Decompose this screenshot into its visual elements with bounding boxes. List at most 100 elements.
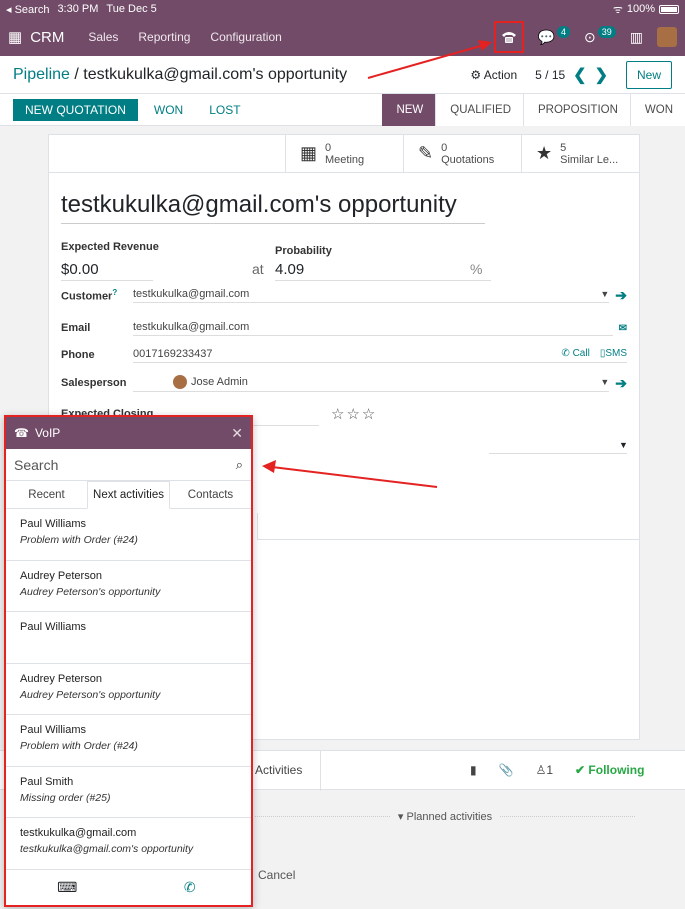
tab-next-activities[interactable]: Next activities <box>87 481 170 509</box>
meeting-label: Meeting <box>325 153 365 166</box>
paperclip-icon[interactable]: 📎 <box>499 763 514 777</box>
salesperson-field[interactable]: Jose Admin ▼ <box>133 374 610 392</box>
voip-header[interactable]: ☎ VoIP ✕ <box>6 417 251 449</box>
dropdown-caret-icon: ▼ <box>600 376 610 387</box>
item-name: Paul Williams <box>20 724 87 736</box>
item-name: testkukulka@gmail.com <box>20 827 137 839</box>
app-name[interactable]: CRM <box>30 29 64 46</box>
phone-field[interactable]: 0017169233437 ✆ Call ▯SMS <box>133 348 627 363</box>
mark-lost-button[interactable]: LOST <box>209 103 240 117</box>
meeting-smart-button[interactable]: ▦ 0 Meeting <box>285 135 403 172</box>
list-item[interactable]: Paul Smith Missing order (#25) <box>6 767 251 818</box>
activities-button[interactable]: Activities <box>255 763 302 777</box>
email-field[interactable]: testkukulka@gmail.com <box>133 321 613 336</box>
item-subtitle: Problem with Order (#24) <box>20 740 138 752</box>
list-item[interactable]: testkukulka@gmail.com testkukulka@gmail.c… <box>6 818 251 870</box>
control-panel: Pipeline / testkukulka@gmail.com's oppor… <box>0 56 685 94</box>
item-subtitle: Audrey Peterson's opportunity <box>20 688 161 701</box>
probability-label: Probability <box>275 245 332 257</box>
new-quotation-button[interactable]: NEW QUOTATION <box>13 98 138 121</box>
company-building-icon[interactable]: ▥ <box>630 29 643 46</box>
new-record-button[interactable]: New <box>625 60 672 89</box>
action-menu-button[interactable]: ⚙ Action <box>470 68 517 82</box>
followers-button[interactable]: ♙1 <box>536 763 553 777</box>
item-subtitle: testkukulka@gmail.com's opportunity <box>20 843 194 855</box>
quotations-count: 0 <box>441 141 448 154</box>
phone-icon <box>501 32 516 43</box>
probability-field[interactable]: 4.09 <box>275 261 304 278</box>
pencil-square-icon: ✎ <box>418 143 434 163</box>
stage-won[interactable]: WON <box>629 93 685 126</box>
battery-percent: 100% <box>626 3 655 15</box>
item-name: Paul Smith <box>20 775 74 788</box>
list-item[interactable]: Paul Williams <box>6 612 251 664</box>
voip-softphone-panel: ☎ VoIP ✕ Search ⌕ Recent Next activities… <box>4 415 253 907</box>
voip-footer: ⌨ ✆ <box>6 869 251 905</box>
pager-next-icon[interactable]: ❯ <box>595 65 608 85</box>
similar-leads-smart-button[interactable]: ★ 5 Similar Le... <box>521 135 639 172</box>
expected-revenue-label: Expected Revenue <box>61 241 159 253</box>
breadcrumb-current: testkukulka@gmail.com's opportunity <box>83 65 348 83</box>
call-icon[interactable]: ✆ <box>129 879 252 896</box>
back-to-search-link[interactable]: ◂ Search <box>6 3 49 16</box>
voip-search-bar[interactable]: Search ⌕ <box>6 449 251 481</box>
customer-internal-link-icon[interactable]: ➔ <box>615 287 627 304</box>
tab-contacts[interactable]: Contacts <box>170 481 251 508</box>
customer-field[interactable]: testkukulka@gmail.com ▼ <box>133 288 610 303</box>
smart-button-box: ▦ 0 Meeting ✎ 0 Quotations ★ 5 Similar Le..… <box>49 135 639 173</box>
list-item[interactable]: Audrey Peterson Audrey Peterson's opportu… <box>6 664 251 715</box>
at-label: at <box>252 261 264 277</box>
clock-icon: ⊙ <box>584 28 596 45</box>
call-phone-link[interactable]: ✆ Call <box>561 348 589 359</box>
percent-label: % <box>470 261 483 277</box>
book-icon[interactable]: ▮ <box>470 763 477 777</box>
meeting-count: 0 <box>325 141 332 154</box>
salesperson-label: Salesperson <box>61 377 127 389</box>
activities-button[interactable]: ⊙ 39 <box>584 26 616 46</box>
breadcrumb-pipeline[interactable]: Pipeline <box>13 66 70 83</box>
item-name: Audrey Peterson <box>20 569 102 582</box>
following-button[interactable]: ✔ Following <box>575 763 644 777</box>
tab-recent[interactable]: Recent <box>6 481 87 508</box>
email-row: Email testkukulka@gmail.com ✉ <box>61 318 627 338</box>
salesperson-internal-link-icon[interactable]: ➔ <box>615 375 627 392</box>
calendar-icon: ▦ <box>300 143 318 163</box>
opportunity-title-field[interactable]: testkukulka@gmail.com's opportunity <box>61 191 485 224</box>
star-icon: ★ <box>536 143 553 163</box>
battery-icon <box>659 4 679 14</box>
quotations-label: Quotations <box>441 153 495 166</box>
dropdown-caret-icon: ▼ <box>619 440 628 450</box>
list-item[interactable]: Paul Williams Problem with Order (#24) <box>6 715 251 767</box>
customer-help-mark: ? <box>112 287 118 297</box>
form-statusbar: NEW QUOTATION WON LOST NEW QUALIFIED PRO… <box>0 93 685 126</box>
messages-button[interactable]: 💬 4 <box>537 26 571 46</box>
expected-revenue-field[interactable]: $0.00 <box>61 261 99 278</box>
quotations-smart-button[interactable]: ✎ 0 Quotations <box>403 135 521 172</box>
menu-reporting[interactable]: Reporting <box>138 30 190 44</box>
stage-qualified[interactable]: QUALIFIED <box>435 93 524 126</box>
list-item[interactable]: Audrey Peterson Audrey Peterson's opportu… <box>6 561 251 612</box>
planned-activities-label[interactable]: ▾ Planned activities <box>398 810 492 823</box>
cancel-activity-link[interactable]: Cancel <box>258 868 295 882</box>
pager-previous-icon[interactable]: ❮ <box>573 65 586 85</box>
search-icon[interactable]: ⌕ <box>236 457 243 473</box>
menu-configuration[interactable]: Configuration <box>210 30 281 44</box>
mark-won-button[interactable]: WON <box>154 103 183 117</box>
menu-sales[interactable]: Sales <box>88 30 118 44</box>
pager-value[interactable]: 5 / 15 <box>535 68 565 82</box>
stage-proposition[interactable]: PROPOSITION <box>523 93 630 126</box>
voip-phone-button[interactable] <box>493 21 524 53</box>
apps-grid-icon[interactable]: ▦ <box>8 28 22 46</box>
list-item[interactable]: Paul Williams Problem with Order (#24) <box>6 509 251 561</box>
sms-link[interactable]: ▯SMS <box>600 348 627 359</box>
keypad-icon[interactable]: ⌨ <box>6 879 129 896</box>
user-avatar[interactable] <box>657 27 677 47</box>
close-icon[interactable]: ✕ <box>231 425 243 442</box>
ios-status-bar: ◂ Search 3:30 PM Tue Dec 5 ᯤ 100% <box>0 0 685 18</box>
chat-bubbles-icon: 💬 <box>537 28 555 45</box>
stage-new[interactable]: NEW <box>382 93 436 126</box>
item-subtitle: Audrey Peterson's opportunity <box>20 585 161 598</box>
priority-stars[interactable]: ☆☆☆ <box>331 405 377 423</box>
voip-search-input[interactable]: Search <box>14 457 58 473</box>
send-email-icon[interactable]: ✉ <box>619 323 627 334</box>
